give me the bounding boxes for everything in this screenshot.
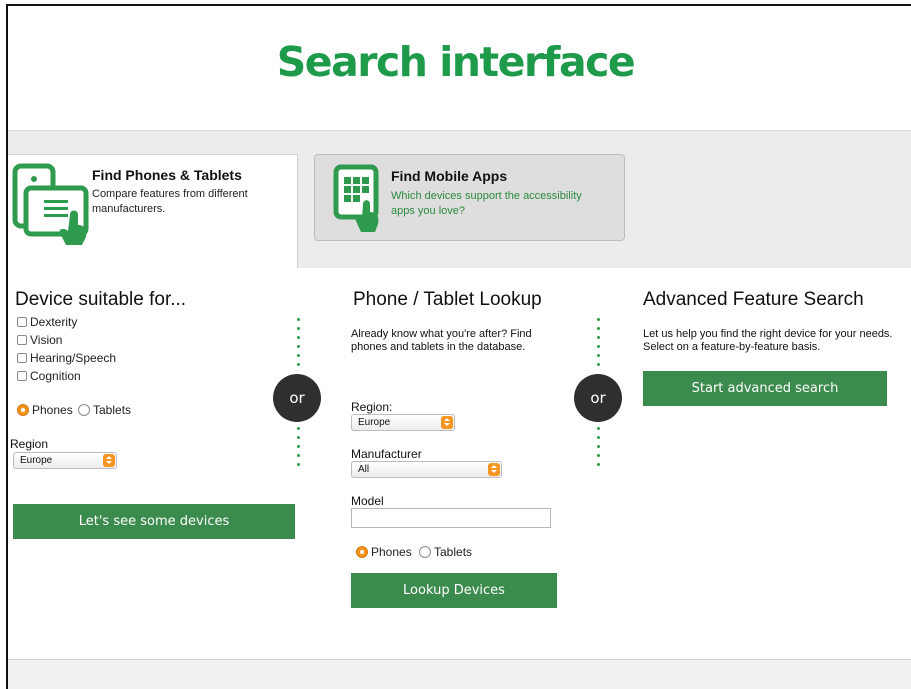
checkbox-cognition[interactable]: Cognition — [17, 369, 81, 383]
apps-grid-icon — [333, 164, 379, 232]
radio-tablets[interactable]: Tablets — [78, 403, 131, 417]
checkbox-label: Hearing/Speech — [30, 351, 117, 365]
radio-label: Tablets — [434, 545, 473, 559]
device-suitable-heading: Device suitable for... — [15, 289, 187, 310]
radio-button[interactable] — [356, 546, 368, 558]
lookup-region-label: Region: — [351, 400, 393, 414]
lookup-description: Already know what you're after? Find pho… — [351, 328, 532, 353]
divider-dots — [597, 427, 601, 472]
start-advanced-search-button[interactable]: Start advanced search — [643, 371, 887, 406]
select-arrow-icon — [103, 454, 115, 467]
divider-dots — [297, 318, 301, 372]
checkbox-box[interactable] — [17, 335, 27, 345]
see-devices-button[interactable]: Let's see some devices — [13, 504, 295, 539]
divider-dots — [297, 427, 301, 472]
checkbox-box[interactable] — [17, 371, 27, 381]
radio-label: Phones — [371, 545, 412, 559]
lookup-heading: Phone / Tablet Lookup — [353, 289, 542, 310]
tab-desc-apps: Which devices support the accessibility … — [391, 190, 582, 217]
tab-title-phones: Find Phones & Tablets — [92, 167, 242, 183]
lookup-radio-tablets[interactable]: Tablets — [419, 545, 472, 559]
checkbox-box[interactable] — [17, 317, 27, 327]
divider-dots — [597, 318, 601, 372]
lookup-region-select[interactable]: Europe — [351, 414, 455, 431]
advanced-description: Let us help you find the right device fo… — [643, 328, 893, 353]
checkbox-hearing-speech[interactable]: Hearing/Speech — [17, 351, 116, 365]
manufacturer-label: Manufacturer — [351, 447, 422, 461]
radio-button[interactable] — [419, 546, 431, 558]
checkbox-label: Dexterity — [30, 315, 78, 329]
advanced-heading: Advanced Feature Search — [643, 289, 864, 310]
or-badge: or — [574, 374, 622, 422]
radio-button[interactable] — [78, 404, 90, 416]
phone-tablet-icon — [12, 163, 89, 245]
lookup-radio-phones[interactable]: Phones — [356, 545, 412, 559]
select-arrow-icon — [488, 463, 500, 476]
radio-phones[interactable]: Phones — [17, 403, 73, 417]
or-badge: or — [273, 374, 321, 422]
lookup-region-value: Europe — [358, 417, 391, 428]
radio-button[interactable] — [17, 404, 29, 416]
select-arrow-icon — [441, 416, 453, 429]
radio-label: Tablets — [93, 403, 132, 417]
lookup-devices-button[interactable]: Lookup Devices — [351, 573, 557, 608]
checkbox-dexterity[interactable]: Dexterity — [17, 315, 77, 329]
panel-footer — [8, 660, 911, 689]
tab-title-apps: Find Mobile Apps — [391, 168, 508, 184]
region-select-value: Europe — [20, 455, 53, 466]
checkbox-box[interactable] — [17, 353, 27, 363]
model-label: Model — [351, 494, 384, 508]
model-input[interactable] — [351, 508, 551, 528]
checkbox-label: Vision — [30, 333, 63, 347]
radio-label: Phones — [32, 403, 73, 417]
manufacturer-select[interactable]: All — [351, 461, 502, 478]
region-select[interactable]: Europe — [13, 452, 117, 469]
tab-desc-phones: Compare features from different manufact… — [92, 188, 248, 215]
page-title: Search interface — [276, 38, 636, 86]
checkbox-label: Cognition — [30, 369, 81, 383]
manufacturer-value: All — [358, 464, 370, 475]
region-label: Region — [10, 437, 49, 451]
checkbox-vision[interactable]: Vision — [17, 333, 62, 347]
